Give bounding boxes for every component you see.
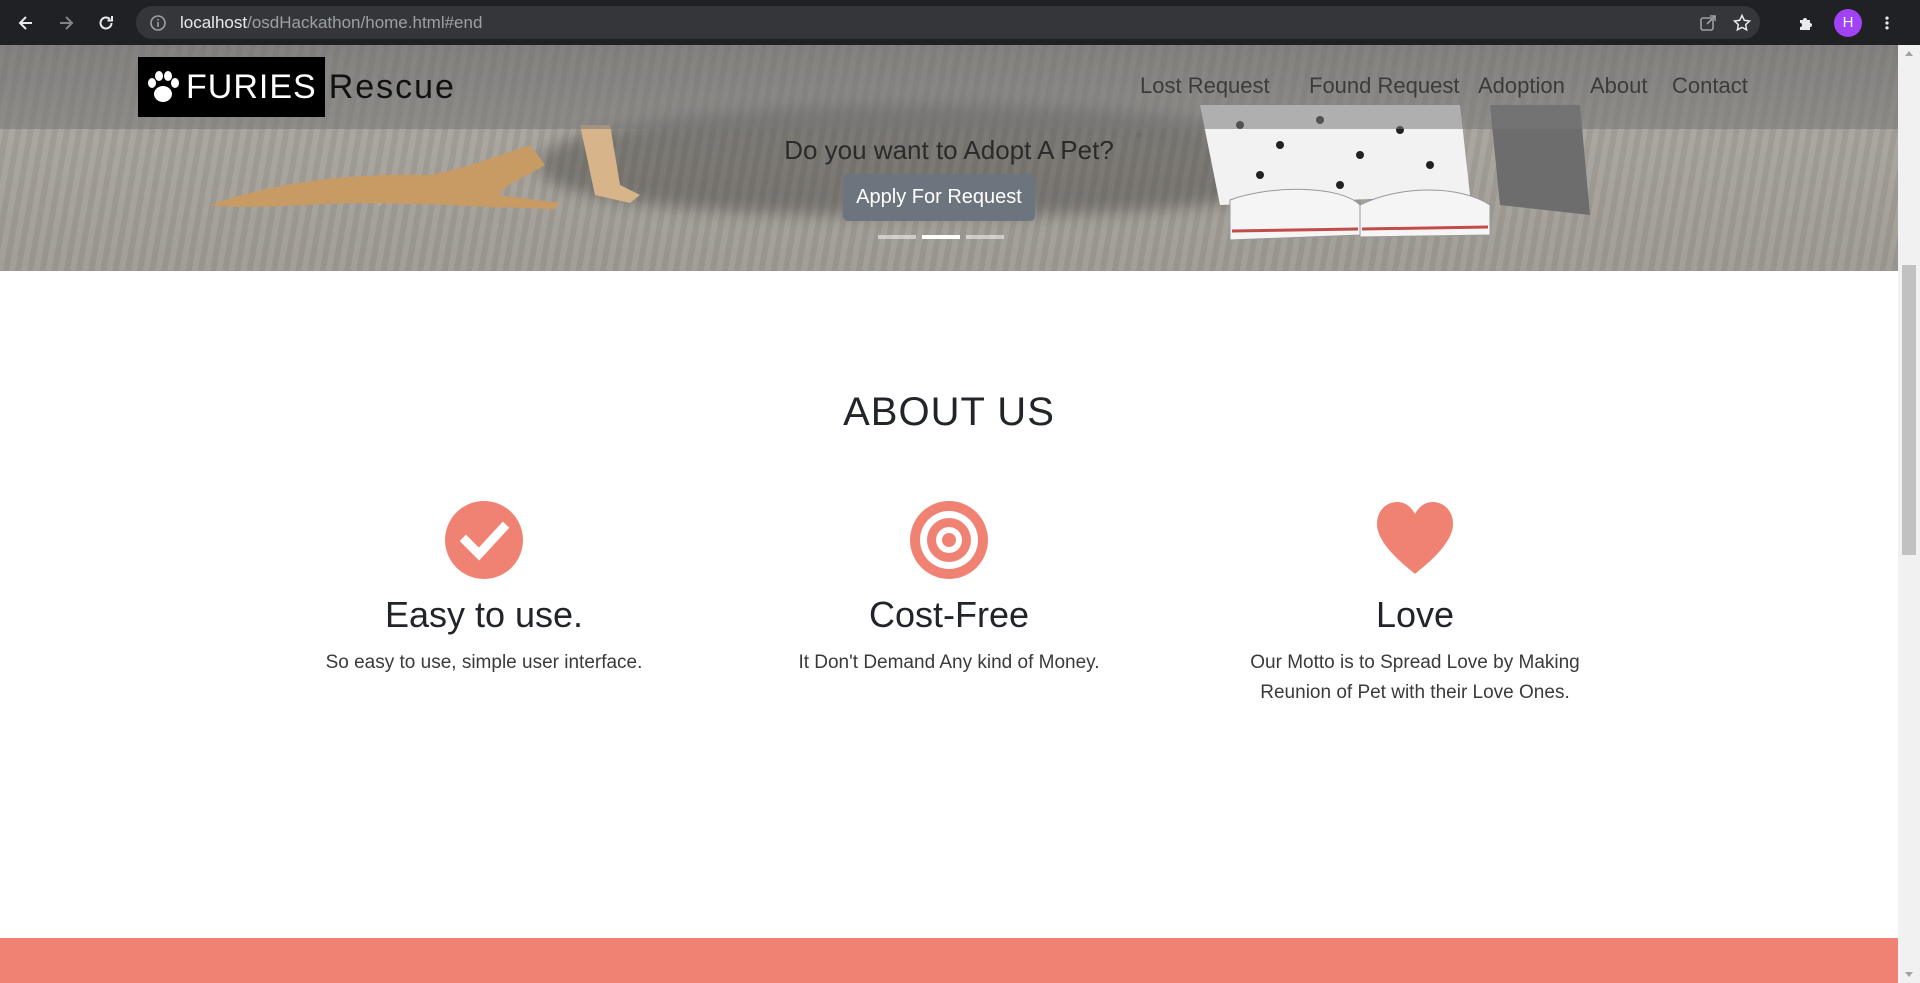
carousel-indicator-2[interactable]	[922, 235, 960, 239]
browser-toolbar: localhost/osdHackathon/home.html#end H	[0, 0, 1920, 45]
nav-lost-request[interactable]: Lost Request	[1140, 73, 1270, 99]
reload-button[interactable]	[86, 0, 126, 45]
feature-cost-free: Cost-Free It Don't Demand Any kind of Mo…	[769, 500, 1129, 678]
browser-menu-icon[interactable]	[1878, 12, 1896, 34]
feature-text: It Don't Demand Any kind of Money.	[798, 652, 1100, 673]
paw-icon	[148, 71, 179, 102]
target-icon	[910, 501, 988, 579]
feature-title: Love	[1375, 594, 1455, 635]
brand-box: FURIES	[138, 57, 325, 117]
nav-found-request[interactable]: Found Request	[1309, 73, 1459, 99]
carousel-indicator-1[interactable]	[878, 235, 916, 239]
hero-caption: Do you want to Adopt A Pet?	[784, 135, 1114, 165]
url-path: /osdHackathon/home.html#end	[247, 12, 483, 32]
feature-easy-to-use: Easy to use. So easy to use, simple user…	[304, 500, 664, 678]
apply-for-request-button[interactable]: Apply For Request	[843, 174, 1035, 221]
address-bar[interactable]: localhost/osdHackathon/home.html#end	[136, 6, 1760, 39]
feature-title: Easy to use.	[384, 594, 584, 635]
next-section-band	[0, 938, 1898, 983]
page-viewport: Do you want to Adopt A Pet? Apply For Re…	[0, 45, 1898, 983]
back-arrow-icon	[18, 15, 32, 30]
nav-contact[interactable]: Contact	[1672, 73, 1748, 99]
heart-icon	[1377, 502, 1453, 574]
feature-title: Cost-Free	[868, 594, 1030, 635]
nav-adoption[interactable]: Adoption	[1478, 73, 1565, 99]
reload-icon	[99, 15, 113, 29]
brand-logo[interactable]: FURIES Rescue	[138, 57, 456, 117]
bookmark-star-icon[interactable]	[1732, 13, 1752, 33]
site-info-icon[interactable]	[148, 13, 168, 33]
scroll-down-icon[interactable]	[1905, 972, 1913, 977]
brand-name-bold: FURIES	[186, 67, 317, 106]
profile-avatar[interactable]: H	[1834, 8, 1862, 37]
feature-text: So easy to use, simple user interface.	[325, 652, 643, 673]
extensions-puzzle-icon[interactable]	[1796, 12, 1818, 34]
page-scrollbar[interactable]	[1898, 45, 1920, 983]
about-us-heading: ABOUT US	[843, 390, 1055, 434]
feature-text: Our Motto is to Spread Love by Making Re…	[1250, 652, 1580, 703]
check-circle-icon	[445, 501, 523, 579]
forward-button[interactable]	[46, 0, 86, 45]
carousel-indicators	[878, 235, 1004, 239]
feature-love: Love Our Motto is to Spread Love by Maki…	[1235, 500, 1595, 708]
brand-name-rest: Rescue	[328, 67, 456, 106]
url-host: localhost	[180, 12, 248, 32]
site-navbar: FURIES Rescue Lost Request Found Request…	[0, 45, 1898, 129]
nav-about[interactable]: About	[1590, 73, 1648, 99]
carousel-indicator-3[interactable]	[966, 235, 1004, 239]
url-text[interactable]: localhost/osdHackathon/home.html#end	[180, 13, 482, 33]
scroll-up-icon[interactable]	[1905, 51, 1913, 56]
forward-arrow-icon	[60, 15, 74, 30]
back-button[interactable]	[6, 0, 46, 45]
scrollbar-thumb[interactable]	[1902, 265, 1916, 555]
share-icon[interactable]	[1698, 13, 1718, 33]
